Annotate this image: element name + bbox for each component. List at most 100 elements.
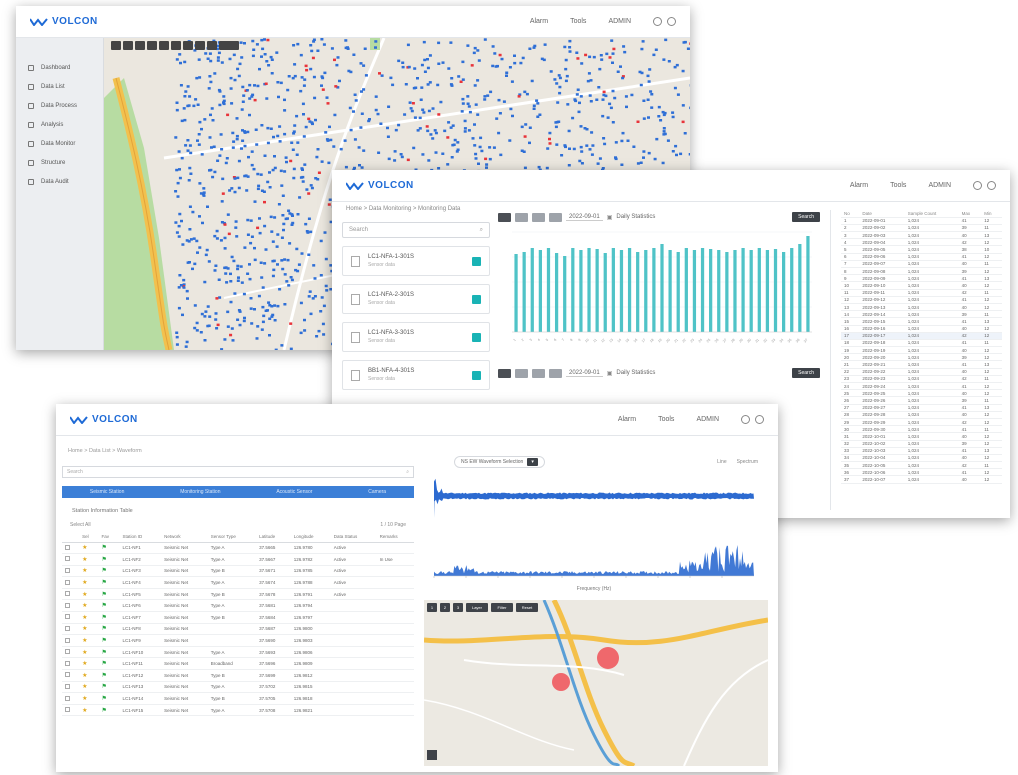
legend-line[interactable]: Line	[717, 459, 726, 465]
date-select-2[interactable]: 2022-09-01	[566, 370, 603, 377]
info-button[interactable]	[207, 41, 217, 50]
user-icon[interactable]	[755, 415, 764, 424]
checkbox-icon[interactable]	[65, 556, 70, 562]
star-cell[interactable]: ★	[79, 611, 99, 624]
flag-icon[interactable]: ⚑	[102, 603, 107, 609]
station-map-canvas[interactable]	[423, 598, 769, 769]
star-icon[interactable]: ★	[82, 684, 87, 690]
brand-logo[interactable]: VOLCON	[30, 16, 98, 27]
column-header[interactable]: Station ID	[119, 532, 162, 543]
flag-icon[interactable]: ⚑	[102, 650, 107, 656]
header-link-tools[interactable]: Tools	[890, 182, 906, 189]
flag-cell[interactable]: ⚑	[98, 704, 120, 717]
flag-cell[interactable]: ⚑	[98, 565, 120, 578]
flag-cell[interactable]: ⚑	[98, 576, 120, 589]
view-button-1[interactable]	[498, 212, 511, 222]
table-row[interactable]: 3 2022-09-03 1,024 40 13	[841, 231, 1002, 240]
flag-cell[interactable]: ⚑	[98, 588, 120, 601]
table-row[interactable]: ★ ⚑ LC1-NF15 Seismic Net Type A 37.5708 126.98…	[62, 704, 414, 717]
station-card[interactable]: LC1-NFA-1-301S Sensor data	[342, 246, 490, 276]
table-row[interactable]: 10 2022-09-10 1,024 40 12	[841, 281, 1002, 290]
column-header[interactable]: Network	[161, 532, 208, 543]
star-cell[interactable]: ★	[79, 704, 99, 717]
column-header[interactable]: Longitude	[290, 532, 331, 543]
station-card[interactable]: LC1-NFA-2-301S Sensor data	[342, 284, 490, 314]
sidebar-item-3[interactable]: Analysis	[16, 115, 103, 134]
table-row[interactable]: ★ ⚑ LC1-NF5 Seismic Net Type B 37.5678 126.979…	[62, 588, 414, 601]
waveform-selector[interactable]: NS EW Waveform Selection ▾	[454, 456, 545, 468]
search-button[interactable]: Search	[792, 212, 820, 222]
checkbox-icon[interactable]	[65, 602, 70, 608]
checkbox-icon[interactable]	[65, 591, 70, 597]
flag-cell[interactable]: ⚑	[98, 692, 120, 705]
map-tool-button-4[interactable]: Filter	[491, 603, 513, 612]
flag-icon[interactable]: ⚑	[102, 580, 107, 586]
table-row[interactable]: 19 2022-09-19 1,024 40 12	[841, 346, 1002, 355]
checkbox-icon[interactable]	[65, 672, 70, 678]
table-row[interactable]: 17 2022-09-17 1,024 42 12	[841, 332, 1002, 340]
table-row[interactable]: 35 2022-10-05 1,024 42 11	[841, 461, 1002, 470]
flag-icon[interactable]: ⚑	[102, 568, 107, 574]
table-row[interactable]: 20 2022-09-20 1,024 39 12	[841, 353, 1002, 362]
star-icon[interactable]: ★	[82, 545, 87, 551]
star-cell[interactable]: ★	[79, 565, 99, 578]
flag-icon[interactable]: ⚑	[102, 626, 107, 632]
table-row[interactable]: 12 2022-09-12 1,024 41 12	[841, 296, 1002, 304]
table-row[interactable]: ★ ⚑ LC1-NF14 Seismic Net Type B 37.5705 126.98…	[62, 692, 414, 705]
star-icon[interactable]: ★	[82, 661, 87, 667]
checkbox-icon[interactable]	[65, 614, 70, 620]
star-icon[interactable]: ★	[82, 708, 87, 714]
column-header[interactable]: Date	[859, 210, 905, 218]
table-row[interactable]: 34 2022-10-04 1,024 40 12	[841, 454, 1002, 463]
user-icon[interactable]	[667, 17, 676, 26]
zoom-out-button[interactable]	[123, 41, 133, 50]
column-header[interactable]: Sensor Type	[207, 532, 257, 543]
view-button-4b[interactable]	[549, 368, 562, 378]
table-row[interactable]: 14 2022-09-14 1,024 39 11	[841, 310, 1002, 319]
star-cell[interactable]: ★	[79, 599, 99, 613]
map-tool-button-5[interactable]: Reset	[516, 603, 538, 612]
column-header[interactable]: No	[841, 210, 860, 218]
header-link-tools[interactable]: Tools	[658, 416, 674, 423]
star-cell[interactable]: ★	[79, 634, 99, 647]
flag-icon[interactable]: ⚑	[102, 545, 107, 551]
table-row[interactable]: 15 2022-09-15 1,024 41 13	[841, 317, 1002, 326]
flag-icon[interactable]: ⚑	[102, 557, 107, 563]
station-map[interactable]: 1 2 3 Layer Filter Reset	[423, 598, 769, 769]
checkbox-icon[interactable]	[65, 579, 70, 585]
star-cell[interactable]: ★	[79, 542, 99, 555]
tab-acoustic[interactable]: Acoustic Sensor	[276, 489, 312, 495]
star-icon[interactable]: ★	[82, 615, 87, 621]
station-card[interactable]: LC1-NFA-3-301S Sensor data	[342, 322, 490, 352]
table-row[interactable]: 16 2022-09-16 1,024 40 12	[841, 325, 1002, 333]
star-icon[interactable]: ★	[82, 673, 87, 679]
flag-cell[interactable]: ⚑	[98, 634, 120, 647]
flag-icon[interactable]: ⚑	[102, 696, 107, 702]
star-icon[interactable]: ★	[82, 650, 87, 656]
tab-camera[interactable]: Camera	[368, 489, 386, 495]
table-row[interactable]: 1 2022-09-01 1,024 41 12	[841, 217, 1002, 225]
table-row[interactable]: 23 2022-09-23 1,024 42 11	[841, 375, 1002, 384]
table-row[interactable]: ★ ⚑ LC1-NF11 Seismic Net Broadband 37.5696 126…	[62, 657, 414, 671]
header-link-alarm[interactable]: Alarm	[530, 18, 548, 25]
view-button-3b[interactable]	[532, 368, 545, 378]
draw-button[interactable]	[195, 41, 205, 50]
table-row[interactable]: 26 2022-09-26 1,024 39 11	[841, 396, 1002, 405]
column-header[interactable]: Sel	[79, 532, 99, 543]
checkbox-checked-icon[interactable]	[472, 370, 481, 380]
star-cell[interactable]: ★	[79, 692, 99, 705]
filter-button[interactable]	[183, 41, 193, 50]
star-cell[interactable]: ★	[79, 553, 99, 566]
row-checkbox[interactable]	[62, 646, 80, 659]
flag-cell[interactable]: ⚑	[98, 623, 120, 636]
settings-icon[interactable]	[973, 181, 982, 190]
pan-button[interactable]	[135, 41, 145, 50]
flag-icon[interactable]: ⚑	[102, 673, 107, 679]
column-header[interactable]: Latitude	[256, 532, 291, 543]
select-all-link[interactable]: Select All	[70, 522, 91, 528]
checkbox-checked-icon[interactable]	[472, 256, 481, 266]
table-row[interactable]: 7 2022-09-07 1,024 40 11	[841, 260, 1002, 269]
sidebar-item-0[interactable]: Dashboard	[16, 58, 103, 77]
map-tool-button-2[interactable]: 3	[453, 603, 463, 612]
brand-logo[interactable]: VOLCON	[346, 180, 414, 191]
